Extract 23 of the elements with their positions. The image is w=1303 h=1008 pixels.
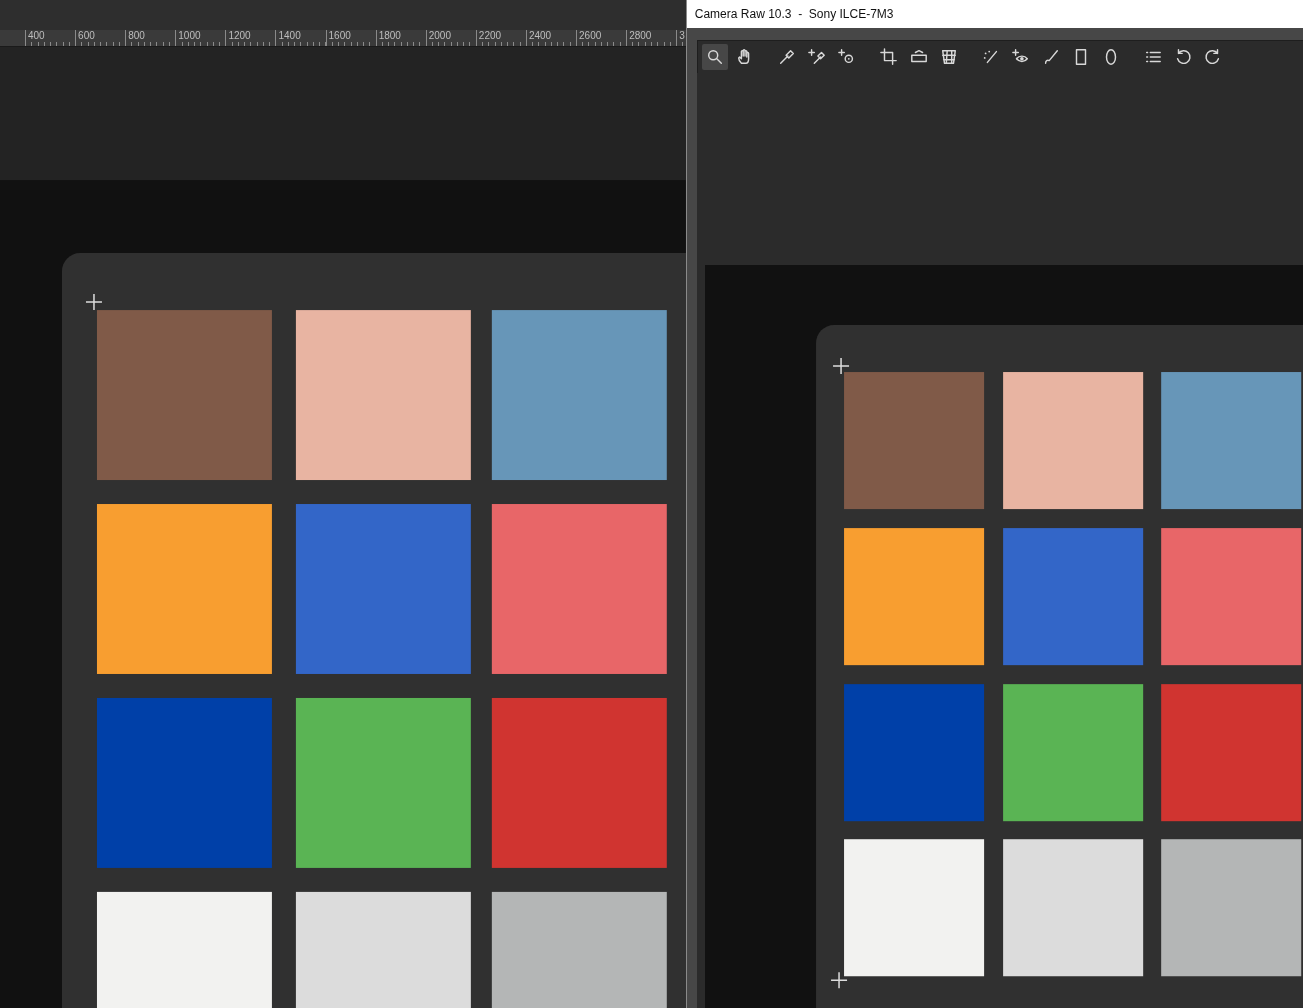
ruler-label: 3 [676,30,686,46]
transform-icon [939,47,958,66]
ruler-label: 2400 [525,30,577,46]
eyedropper-icon [807,47,826,66]
ruler-label: 800 [125,30,176,46]
ruler-label: 1800 [375,30,426,46]
ruler-label: 2000 [425,30,476,46]
ruler-label: 1000 [175,30,226,46]
tool-button[interactable] [701,43,728,70]
ruler-label: 2800 [626,30,677,46]
ruler-label: 400 [25,30,76,46]
crop-icon [879,47,898,66]
ruler-label: 600 [75,30,126,46]
window-title: Camera Raw 10.3 - Sony ILCE-7M3 [694,6,894,21]
rotate-right-icon [1203,47,1222,66]
ruler-label: 1400 [275,30,326,46]
ruler-label: 2600 [576,30,627,46]
target-icon [837,47,856,66]
ruler-label: 1600 [325,30,376,46]
ruler-label: 1200 [225,30,276,46]
zoom-icon [705,47,724,66]
eyedropper-icon [777,47,796,66]
ruler-label: 2200 [475,30,526,46]
